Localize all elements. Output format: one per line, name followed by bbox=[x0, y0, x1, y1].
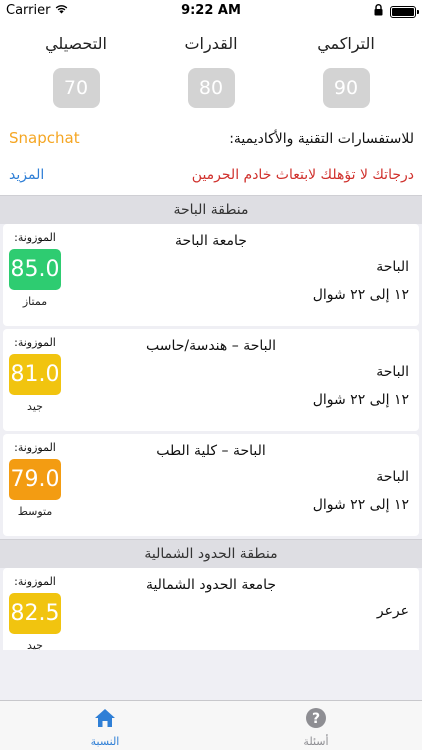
list-item[interactable]: الموزونة: 81.0 جيد الباحة – هندسة/حاسب ا… bbox=[3, 329, 419, 431]
more-button[interactable]: المزيد bbox=[9, 167, 44, 183]
battery-icon bbox=[390, 6, 419, 18]
svg-text:?: ? bbox=[312, 711, 320, 727]
list-item[interactable]: الموزونة: 82.5 جيد جامعة الحدود الشمالية… bbox=[3, 568, 419, 650]
city-label: الباحة bbox=[376, 259, 409, 275]
weighted-score-badge: 85.0 bbox=[9, 249, 61, 290]
score-input[interactable]: 80 bbox=[187, 68, 235, 108]
tab-bar: النسبة ? أسئلة bbox=[0, 700, 422, 750]
status-right bbox=[373, 4, 419, 20]
score-input[interactable]: 90 bbox=[322, 68, 370, 108]
section-header: منطقة الحدود الشمالية bbox=[0, 539, 422, 568]
weight-label: الموزونة: bbox=[14, 441, 56, 454]
question-icon: ? bbox=[305, 708, 327, 733]
dates-label: ١٢ إلى ٢٢ شوال bbox=[312, 392, 409, 408]
grade-label: متوسط bbox=[17, 505, 53, 518]
university-list[interactable]: منطقة الباحة الموزونة: 85.0 ممتاز جامعة … bbox=[0, 195, 422, 650]
score-tahseeli: التحصيلي 70 bbox=[16, 34, 136, 108]
scores-panel: التحصيلي 70 القدرات 80 التراكمي 90 Snapc… bbox=[0, 22, 422, 195]
city-label: عرعر bbox=[376, 603, 409, 619]
ranking-row: المزيد درجاتك لا تؤهلك لابتعاث خادم الحر… bbox=[0, 165, 422, 189]
weighted-score-badge: 81.0 bbox=[9, 354, 61, 395]
tab-questions[interactable]: ? أسئلة bbox=[256, 707, 376, 748]
status-time: 9:22 AM bbox=[181, 3, 241, 18]
score-label: التحصيلي bbox=[45, 34, 107, 53]
status-bar: Carrier 9:22 AM bbox=[0, 0, 422, 22]
orientation-lock-icon bbox=[373, 4, 384, 20]
tab-label: أسئلة bbox=[303, 735, 329, 748]
university-name: الباحة – كلية الطب bbox=[156, 443, 266, 459]
tab-label: النسبة bbox=[90, 735, 120, 748]
score-label: القدرات bbox=[184, 34, 238, 53]
dates-label: ١٢ إلى ٢٢ شوال bbox=[312, 287, 409, 303]
grade-label: جيد bbox=[27, 639, 43, 650]
university-name: جامعة الحدود الشمالية bbox=[145, 577, 277, 593]
grade-label: جيد bbox=[27, 400, 43, 413]
university-name: الباحة – هندسة/حاسب bbox=[145, 338, 276, 354]
weight-label: الموزونة: bbox=[14, 575, 56, 588]
weight-label: الموزونة: bbox=[14, 231, 56, 244]
home-icon bbox=[93, 709, 117, 733]
university-name: جامعة الباحة bbox=[175, 233, 247, 249]
weight-label: الموزونة: bbox=[14, 336, 56, 349]
grade-label: ممتاز bbox=[22, 295, 48, 308]
snapchat-button[interactable]: Snapchat bbox=[9, 129, 80, 147]
score-cumulative: التراكمي 90 bbox=[286, 34, 406, 108]
score-input[interactable]: 70 bbox=[52, 68, 100, 108]
dates-label: ١٢ إلى ٢٢ شوال bbox=[312, 497, 409, 513]
score-qudurat: القدرات 80 bbox=[151, 34, 271, 108]
section-header: منطقة الباحة bbox=[0, 195, 422, 224]
city-label: الباحة bbox=[376, 469, 409, 485]
tab-ratio[interactable]: النسبة bbox=[45, 707, 165, 748]
city-label: الباحة bbox=[376, 364, 409, 380]
ranking-message: درجاتك لا تؤهلك لابتعاث خادم الحرمين bbox=[191, 167, 414, 183]
contact-row: Snapchat للاستفسارات التقنية والأكاديمية… bbox=[0, 129, 422, 153]
weighted-score-badge: 82.5 bbox=[9, 593, 61, 634]
contact-text: للاستفسارات التقنية والأكاديمية: bbox=[229, 131, 414, 147]
list-item[interactable]: الموزونة: 79.0 متوسط الباحة – كلية الطب … bbox=[3, 434, 419, 536]
score-label: التراكمي bbox=[317, 34, 375, 53]
weighted-score-badge: 79.0 bbox=[9, 459, 61, 500]
list-item[interactable]: الموزونة: 85.0 ممتاز جامعة الباحة الباحة… bbox=[3, 224, 419, 326]
